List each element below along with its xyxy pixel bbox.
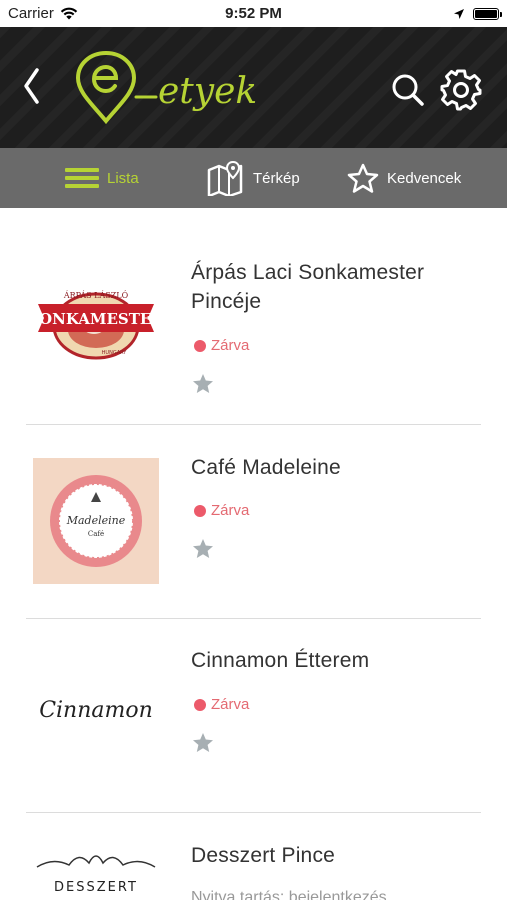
tab-kedvencek[interactable]: Kedvencek — [347, 148, 461, 208]
item-opening-hours: Nyitva tartás: bejelentkezés — [191, 889, 387, 900]
status-left: Carrier — [8, 5, 78, 22]
settings-button[interactable] — [438, 67, 484, 113]
item-title: Café Madeleine — [191, 456, 341, 479]
wifi-icon — [60, 7, 78, 20]
carrier-label: Carrier — [8, 5, 54, 22]
tab-bar: Lista Térkép Kedvencek — [0, 148, 507, 208]
item-logo: SONKAMESTER ÁRPÁS LÁSZLÓ HUNGARY — [33, 268, 159, 378]
favorite-star-icon[interactable] — [192, 538, 214, 560]
desszert-logo: DESSZERT — [36, 855, 156, 895]
etyek-logo: etyek — [75, 50, 257, 125]
item-status-label: Zárva — [211, 337, 250, 354]
logo-main-text: Cinnamon — [39, 698, 153, 723]
item-status: Zárva — [194, 696, 249, 713]
location-arrow-icon — [454, 8, 464, 19]
tab-lista[interactable]: Lista — [65, 148, 139, 208]
favorite-star-icon[interactable] — [192, 732, 214, 754]
cinnamon-logo: Cinnamon — [39, 698, 153, 723]
map-icon — [207, 160, 243, 196]
menu-lines-icon — [65, 168, 99, 188]
favorite-star-icon[interactable] — [192, 373, 214, 395]
logo-bottom-text: HUNGARY — [102, 350, 128, 356]
logo-top-text: ÁRPÁS LÁSZLÓ — [63, 291, 129, 300]
item-status: Zárva — [194, 337, 249, 354]
place-list: SONKAMESTER ÁRPÁS LÁSZLÓ HUNGARY Árpás L… — [0, 208, 507, 900]
app-header: etyek — [0, 27, 507, 148]
closed-dot-icon — [194, 504, 206, 517]
status-bar: Carrier 9:52 PM — [0, 0, 507, 27]
gear-icon — [440, 69, 482, 111]
back-button[interactable] — [14, 61, 48, 111]
sonkamester-logo: SONKAMESTER ÁRPÁS LÁSZLÓ HUNGARY — [36, 291, 156, 360]
item-title: Cinnamon Étterem — [191, 649, 370, 672]
logo-main-text: SONKAMESTER — [36, 310, 156, 328]
item-logo: Madeleine Café — [33, 458, 159, 584]
search-icon — [392, 74, 424, 106]
item-logo: DESSZERT — [33, 843, 159, 900]
back-chevron-icon — [24, 68, 39, 104]
tab-terkep[interactable]: Térkép — [207, 148, 300, 208]
item-title: Árpás Laci Sonkamester Pincéje — [191, 261, 425, 313]
closed-dot-icon — [194, 339, 206, 352]
item-status: Zárva — [194, 502, 249, 519]
logo-sub-text: Café — [88, 530, 104, 538]
logo-text: etyek — [158, 71, 257, 112]
status-right — [453, 7, 502, 20]
item-status-label: Zárva — [211, 502, 250, 519]
battery-icon — [473, 7, 502, 20]
list-item[interactable]: Cinnamon Cinnamon Étterem Zárva — [26, 619, 481, 813]
list-item[interactable]: SONKAMESTER ÁRPÁS LÁSZLÓ HUNGARY Árpás L… — [26, 208, 481, 425]
star-outline-icon — [347, 163, 379, 193]
item-logo: Cinnamon — [33, 669, 159, 749]
item-title: Desszert Pince — [191, 844, 336, 867]
item-status-label: Zárva — [211, 696, 250, 713]
logo-main-text: Madeleine — [66, 514, 126, 527]
tab-kedvencek-label: Kedvencek — [387, 169, 462, 187]
madeleine-logo: Madeleine Café — [50, 475, 142, 567]
search-button[interactable] — [390, 72, 426, 108]
tab-lista-label: Lista — [107, 169, 139, 187]
list-item[interactable]: DESSZERT Desszert Pince Nyitva tartás: b… — [26, 813, 481, 900]
logo-main-text: DESSZERT — [54, 880, 138, 895]
tab-terkep-label: Térkép — [253, 169, 300, 187]
closed-dot-icon — [194, 698, 206, 711]
list-item[interactable]: Madeleine Café Café Madeleine Zárva — [26, 425, 481, 619]
